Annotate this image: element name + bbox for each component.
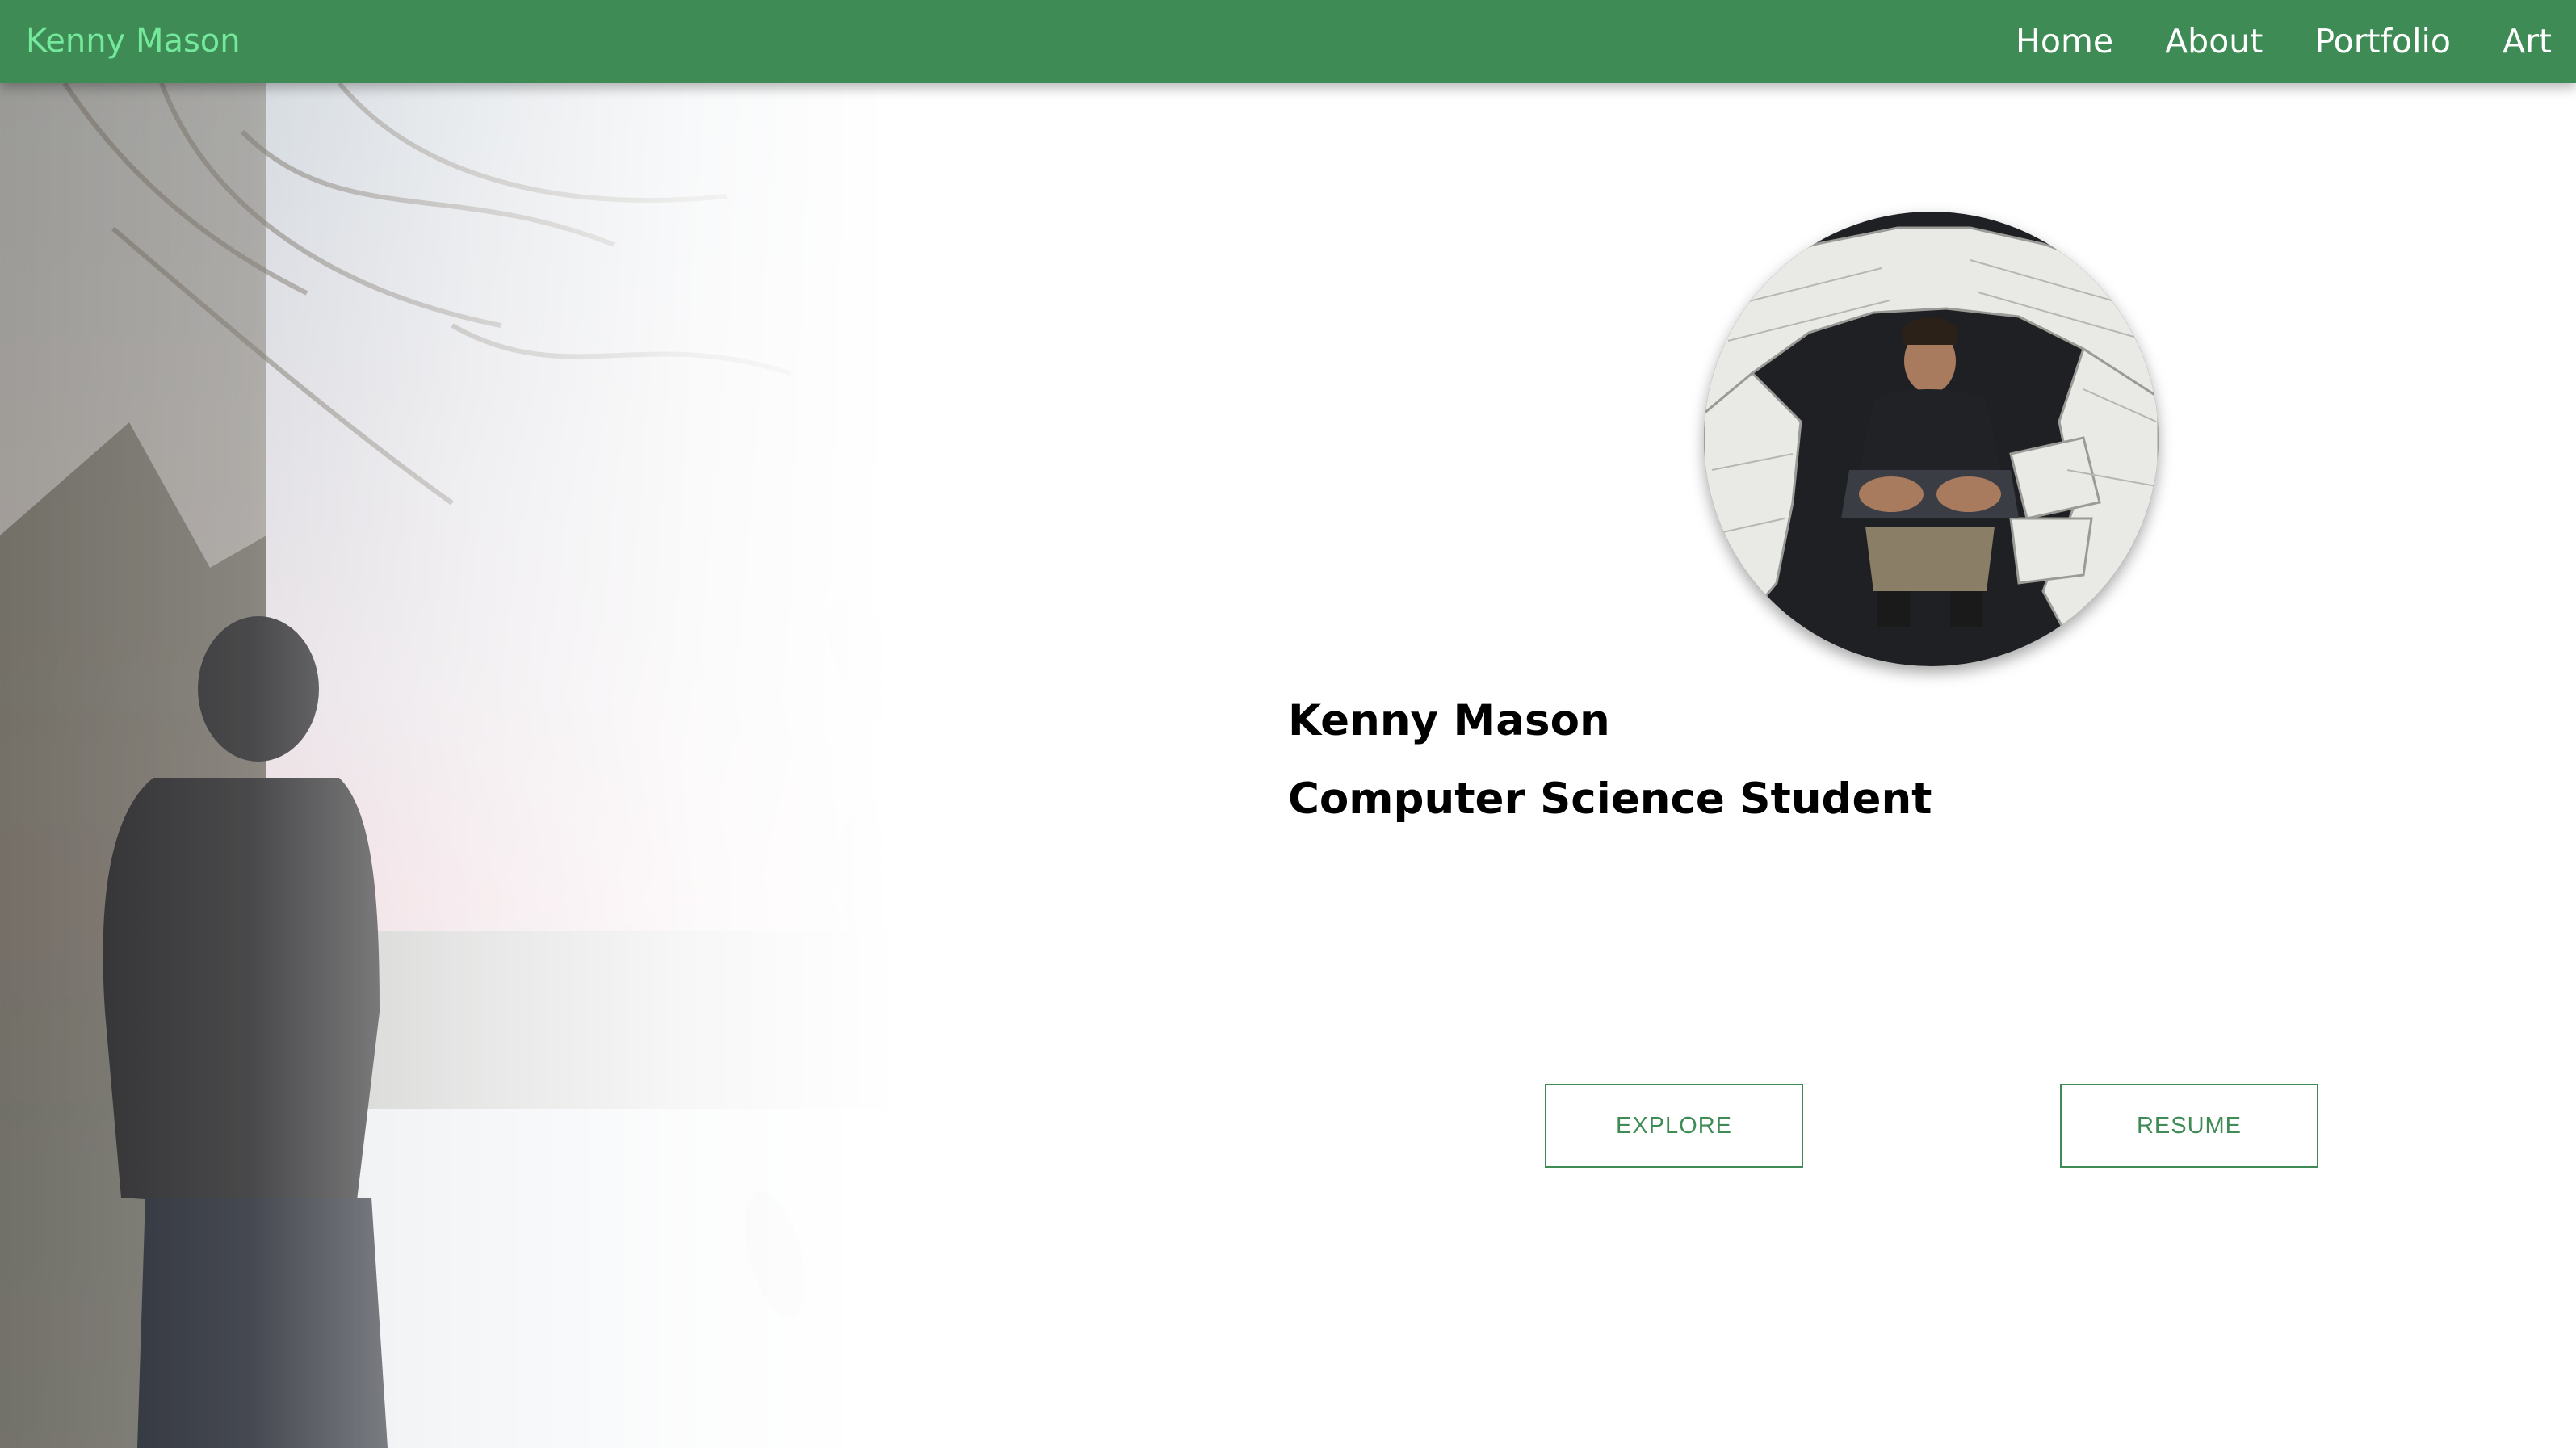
hero-title: Computer Science Student xyxy=(1288,774,1932,824)
brand-link[interactable]: Kenny Mason xyxy=(26,21,241,61)
nav-link-about[interactable]: About xyxy=(2165,21,2263,61)
resume-button[interactable]: RESUME xyxy=(2060,1084,2318,1168)
nav-link-portfolio[interactable]: Portfolio xyxy=(2314,21,2451,61)
profile-photo xyxy=(1704,212,2159,666)
hero-name: Kenny Mason xyxy=(1288,696,1610,745)
hero-background-photo xyxy=(0,83,1260,1448)
hero-fade-overlay xyxy=(0,83,1260,1448)
top-navbar: Kenny Mason Home About Portfolio Art xyxy=(0,0,2576,83)
avatar xyxy=(1704,212,2159,666)
nav-link-home[interactable]: Home xyxy=(2016,21,2113,61)
nav-link-art[interactable]: Art xyxy=(2503,21,2552,61)
explore-button[interactable]: EXPLORE xyxy=(1545,1084,1803,1168)
nav-links: Home About Portfolio Art xyxy=(2016,21,2552,61)
